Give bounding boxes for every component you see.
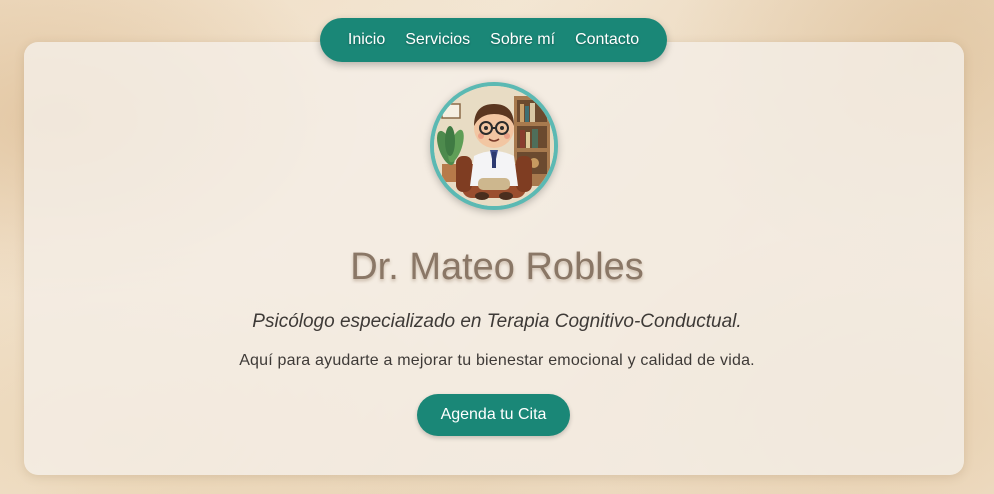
hero-tagline: Aquí para ayudarte a mejorar tu bienesta…: [239, 352, 755, 369]
nav-link-servicios[interactable]: Servicios: [405, 31, 470, 49]
nav-link-contacto[interactable]: Contacto: [575, 31, 639, 49]
page-title: Dr. Mateo Robles: [350, 246, 644, 288]
nav-link-inicio[interactable]: Inicio: [348, 31, 385, 49]
avatar: [430, 82, 558, 210]
book-appointment-button[interactable]: Agenda tu Cita: [417, 394, 570, 436]
top-navigation: Inicio Servicios Sobre mí Contacto: [320, 18, 667, 62]
nav-link-sobre-mi[interactable]: Sobre mí: [490, 31, 555, 49]
psychologist-avatar-icon: [434, 86, 554, 206]
hero-subtitle: Psicólogo especializado en Terapia Cogni…: [252, 311, 742, 332]
